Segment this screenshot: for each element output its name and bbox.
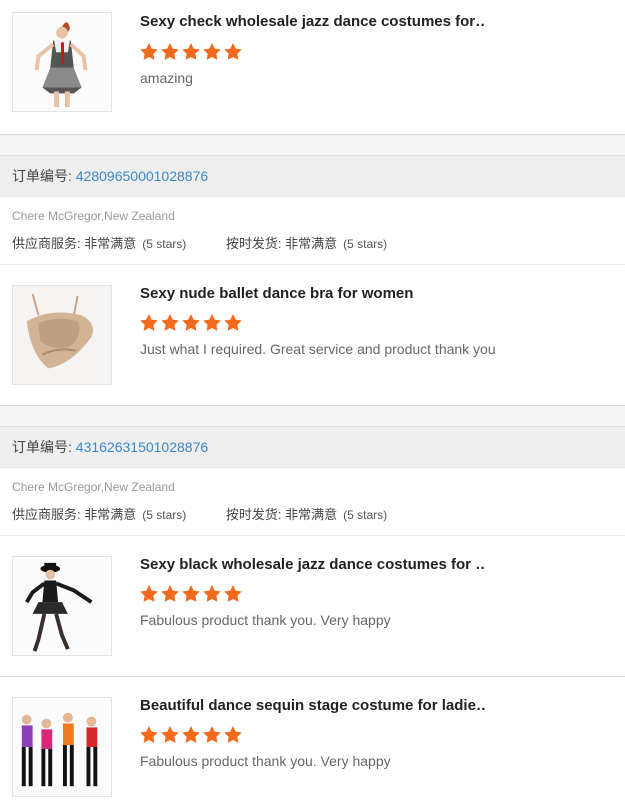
- star-icon: [139, 42, 159, 62]
- seller-ratings: 供应商服务: 非常满意 (5 stars) 按时发货: 非常满意 (5 stars): [12, 233, 387, 252]
- product-thumbnail[interactable]: [12, 285, 112, 385]
- product-thumbnail[interactable]: [12, 697, 112, 797]
- star-icon: [181, 313, 201, 333]
- review-item: Sexy black wholesale jazz dance costumes…: [0, 536, 625, 676]
- product-title[interactable]: Sexy check wholesale jazz dance costumes…: [140, 13, 485, 30]
- delivery-rating-stars: (5 stars): [343, 508, 388, 522]
- order-number-label: 订单编号:: [12, 168, 76, 184]
- delivery-rating-value: 非常满意: [285, 236, 338, 251]
- review-comment: amazing: [140, 70, 193, 86]
- rating-stars: [139, 725, 243, 745]
- rating-stars: [139, 313, 243, 333]
- product-title[interactable]: Sexy black wholesale jazz dance costumes…: [140, 556, 485, 573]
- product-title[interactable]: Beautiful dance sequin stage costume for…: [140, 697, 485, 714]
- seller-ratings: 供应商服务: 非常满意 (5 stars) 按时发货: 非常满意 (5 stars): [12, 504, 387, 523]
- reviewer-name: Chere McGregor,New Zealand: [12, 209, 175, 223]
- rating-stars: [139, 42, 243, 62]
- section-gap: [0, 406, 625, 426]
- star-icon: [160, 313, 180, 333]
- star-icon: [223, 313, 243, 333]
- review-comment: Just what I required. Great service and …: [140, 341, 496, 357]
- delivery-rating-value: 非常满意: [285, 507, 338, 522]
- star-icon: [181, 584, 201, 604]
- star-icon: [202, 42, 222, 62]
- star-icon: [202, 725, 222, 745]
- reviewer-name: Chere McGregor,New Zealand: [12, 480, 175, 494]
- star-icon: [139, 584, 159, 604]
- product-title[interactable]: Sexy nude ballet dance bra for women: [140, 285, 485, 302]
- review-item: Sexy check wholesale jazz dance costumes…: [0, 0, 625, 134]
- order-number-link[interactable]: 42809650001028876: [76, 168, 208, 184]
- product-thumbnail[interactable]: [12, 12, 112, 112]
- star-icon: [160, 584, 180, 604]
- service-rating-value: 非常满意: [84, 507, 137, 522]
- product-thumbnail[interactable]: [12, 556, 112, 656]
- service-rating-value: 非常满意: [84, 236, 137, 251]
- order-number-link[interactable]: 43162631501028876: [76, 439, 208, 455]
- service-rating-label: 供应商服务:: [12, 507, 85, 522]
- star-icon: [139, 725, 159, 745]
- service-rating-label: 供应商服务:: [12, 236, 85, 251]
- delivery-rating-label: 按时发货:: [225, 507, 286, 522]
- rating-stars: [139, 584, 243, 604]
- star-icon: [223, 42, 243, 62]
- order-header: 订单编号: 42809650001028876: [0, 155, 625, 197]
- star-icon: [139, 313, 159, 333]
- section-gap: [0, 135, 625, 155]
- star-icon: [223, 584, 243, 604]
- star-icon: [160, 42, 180, 62]
- order-number-label: 订单编号:: [12, 439, 76, 455]
- order-header: 订单编号: 43162631501028876: [0, 426, 625, 468]
- star-icon: [202, 584, 222, 604]
- service-rating-stars: (5 stars): [142, 237, 187, 251]
- review-item: Beautiful dance sequin stage costume for…: [0, 677, 625, 802]
- delivery-rating-stars: (5 stars): [343, 237, 388, 251]
- star-icon: [181, 725, 201, 745]
- service-rating-stars: (5 stars): [142, 508, 187, 522]
- star-icon: [181, 42, 201, 62]
- review-comment: Fabulous product thank you. Very happy: [140, 612, 391, 628]
- star-icon: [202, 313, 222, 333]
- star-icon: [160, 725, 180, 745]
- star-icon: [223, 725, 243, 745]
- delivery-rating-label: 按时发货:: [225, 236, 286, 251]
- review-comment: Fabulous product thank you. Very happy: [140, 753, 391, 769]
- review-item: Sexy nude ballet dance bra for women Jus…: [0, 265, 625, 405]
